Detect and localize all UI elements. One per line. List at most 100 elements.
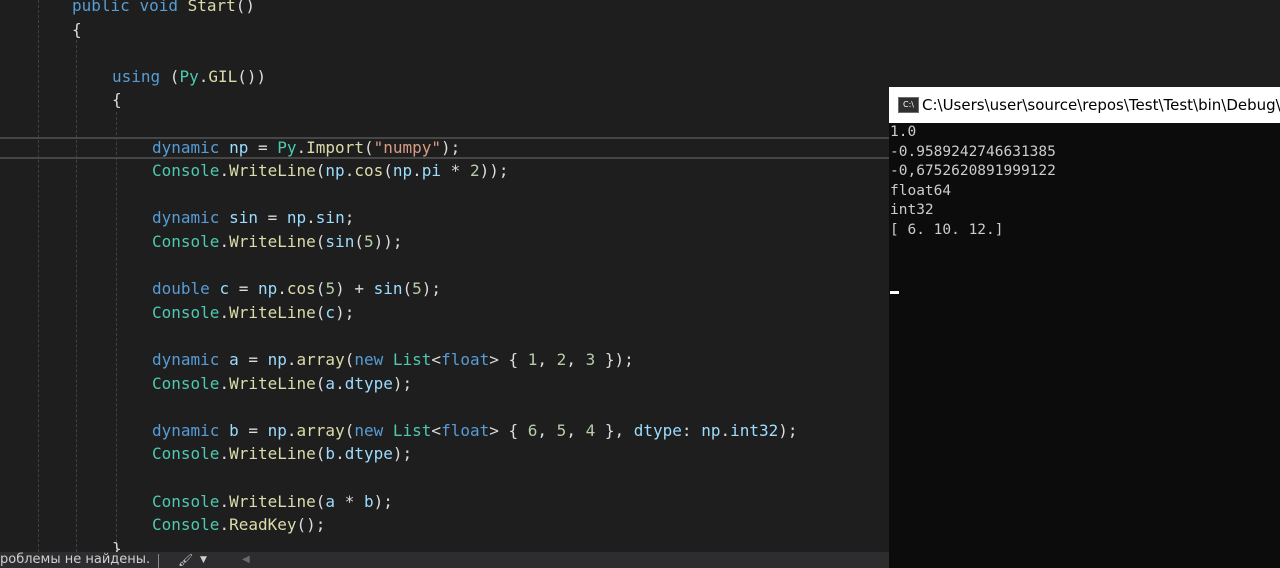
arrow-left-icon[interactable]: ◀ (242, 552, 250, 568)
code-token: WriteLine (229, 491, 316, 511)
console-app-icon: C:\ (898, 97, 919, 113)
code-token: )); (479, 161, 509, 181)
code-token: WriteLine (229, 161, 316, 181)
code-editor[interactable]: public void Start(){using (Py.GIL()){dyn… (0, 0, 890, 552)
code-token: ); (421, 279, 442, 299)
code-token: Start (187, 0, 236, 15)
code-line[interactable]: dynamic a = np.array(new List<float> { 1… (152, 348, 634, 372)
code-token: Py (277, 137, 297, 157)
code-token: ( (160, 66, 180, 86)
code-line[interactable]: { (112, 88, 122, 112)
code-line[interactable]: Console.WriteLine(b.dtype); (152, 442, 412, 466)
code-token: Console (152, 161, 220, 181)
code-token: Console (152, 491, 220, 511)
code-line[interactable]: using (Py.GIL()) (112, 65, 266, 89)
code-token: ( (315, 279, 326, 299)
code-line[interactable]: Console.WriteLine(sin(5)); (152, 230, 403, 254)
code-token: ( (315, 232, 326, 251)
code-token: sin (325, 232, 355, 251)
indent-guide (38, 0, 39, 552)
code-token: = (238, 420, 268, 440)
code-token: { (72, 19, 82, 39)
code-line[interactable]: { (72, 18, 82, 42)
code-token: }); (595, 350, 634, 369)
code-token: = (248, 137, 278, 157)
code-token: dtype (344, 373, 393, 393)
code-token: : (681, 420, 702, 440)
code-token: ()) (237, 66, 267, 86)
code-token: 2 (469, 161, 480, 181)
code-token: ); (441, 137, 461, 157)
code-line[interactable]: public void Start() (72, 0, 255, 18)
code-token: "numpy" (373, 137, 442, 157)
code-token: using (112, 66, 161, 86)
code-token: List (392, 420, 432, 440)
code-token: > { (489, 350, 528, 369)
code-token: * (335, 491, 364, 511)
code-token: < (431, 350, 442, 369)
code-token: c (325, 302, 336, 322)
code-line[interactable]: dynamic b = np.array(new List<float> { 6… (152, 419, 798, 443)
console-title: C:\Users\user\source\repos\Test\Test\bin… (922, 96, 1280, 114)
code-line[interactable]: } (112, 537, 122, 552)
status-separator (158, 554, 159, 568)
status-message: роблемы не найдены. (0, 552, 151, 567)
code-line[interactable]: Console.WriteLine(np.cos(np.pi * 2)); (152, 159, 509, 183)
code-token: pi (421, 161, 442, 181)
code-token: ( (344, 350, 355, 369)
code-token: )); (373, 232, 403, 251)
console-cursor (890, 291, 899, 294)
code-token: . (286, 350, 297, 369)
code-token: ( (315, 373, 326, 393)
brush-icon[interactable]: 🖌 (178, 552, 193, 568)
code-token: int32 (730, 420, 779, 440)
code-token: ( (363, 137, 374, 157)
code-line[interactable]: double c = np.cos(5) + sin(5); (152, 277, 441, 301)
code-token: WriteLine (229, 373, 316, 393)
code-token: () (235, 0, 256, 15)
code-token: 5 (556, 420, 567, 440)
code-token: ); (778, 420, 798, 440)
code-token: ( (315, 444, 326, 464)
code-token: sin (315, 208, 345, 228)
code-token: 1 (527, 350, 538, 369)
code-token: cos (354, 161, 384, 181)
code-token: , (566, 420, 586, 440)
code-line[interactable]: Console.WriteLine(c); (152, 301, 354, 325)
console-output-line: int32 (890, 202, 934, 219)
chevron-down-icon[interactable]: ▼ (200, 552, 207, 568)
code-token: Console (152, 302, 220, 322)
code-token: np (267, 420, 287, 440)
code-line[interactable]: Console.WriteLine(a * b); (152, 490, 393, 514)
console-output-line: [ 6. 10. 12.] (890, 221, 1004, 238)
code-line[interactable]: Console.ReadKey(); (152, 513, 325, 537)
code-token: List (392, 350, 432, 369)
code-token: 5 (363, 232, 374, 251)
code-token: < (431, 420, 442, 440)
code-token: np (267, 350, 287, 369)
code-token: ( (383, 161, 393, 181)
code-token: . (219, 232, 230, 251)
code-token: a (325, 373, 336, 393)
code-token: Import (306, 137, 364, 157)
code-token: . (335, 444, 345, 464)
code-token: dynamic (152, 137, 220, 157)
code-token: np (392, 161, 413, 181)
code-token: public (72, 0, 130, 15)
console-title-bar[interactable]: C:\ C:\Users\user\source\repos\Test\Test… (889, 87, 1280, 123)
status-bar: роблемы не найдены. 🖌 ▼ ◀ (0, 552, 890, 568)
code-token: . (720, 420, 731, 440)
code-line[interactable]: dynamic np = Py.Import("numpy"); (152, 136, 460, 160)
code-token: . (219, 161, 230, 181)
code-line[interactable]: Console.WriteLine(a.dtype); (152, 372, 412, 396)
console-window[interactable]: C:\ C:\Users\user\source\repos\Test\Test… (889, 87, 1280, 568)
code-token: } (112, 538, 122, 552)
code-line[interactable]: dynamic sin = np.sin; (152, 206, 354, 230)
code-token: dynamic (152, 350, 220, 369)
code-token: ( (315, 491, 326, 511)
